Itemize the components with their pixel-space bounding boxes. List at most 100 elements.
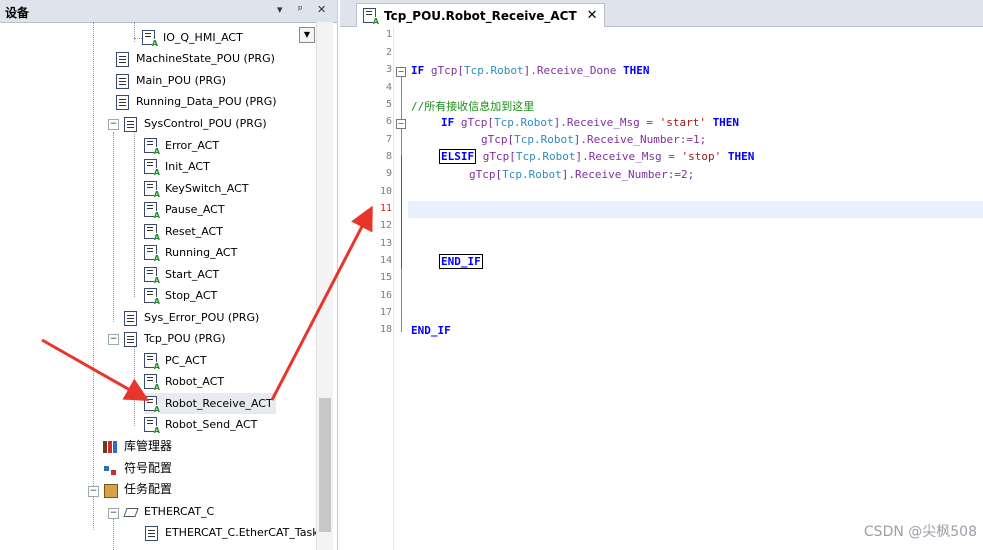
tree-item-label: 库管理器 (124, 439, 173, 453)
line-number: 16 (379, 290, 392, 301)
line-number: 8 (385, 151, 392, 162)
tree-item-label: Running_ACT (165, 246, 238, 259)
program-icon (123, 310, 138, 326)
tree-item-label: IO_Q_HMI_ACT (163, 31, 243, 44)
line-number: 13 (379, 238, 392, 249)
code-line-6[interactable]: IF gTcp[Tcp.Robot].Receive_Msg = 'start'… (441, 116, 739, 129)
tree-item-label: MachineState_POU (PRG) (136, 52, 275, 65)
action-icon: A (144, 267, 160, 285)
dropdown-button[interactable]: ▼ (299, 27, 315, 43)
tree-item-syscontrol-pou[interactable]: SysControl_POU (PRG) (123, 113, 267, 134)
line-number: 18 (379, 324, 392, 335)
tree-item-label: Sys_Error_POU (PRG) (144, 311, 260, 324)
tree-item-reset-act[interactable]: A Reset_ACT (144, 221, 223, 242)
collapse-toggle[interactable]: − (108, 334, 119, 345)
tree-item-label: Robot_Send_ACT (165, 418, 258, 431)
close-panel-button[interactable]: ✕ (317, 3, 326, 16)
tree-item-label: Robot_ACT (165, 375, 225, 388)
line-number: 10 (379, 186, 392, 197)
watermark: CSDN @尖枫508 (863, 524, 977, 540)
program-icon (123, 116, 138, 132)
action-icon: A (363, 7, 379, 26)
tree-item-start-act[interactable]: A Start_ACT (144, 264, 219, 285)
tree-item-stop-act[interactable]: A Stop_ACT (144, 285, 217, 306)
tree-guide-line (134, 132, 135, 297)
close-tab-button[interactable]: ✕ (587, 5, 598, 27)
collapse-toggle[interactable]: − (108, 119, 119, 130)
tree-item-keyswitch-act[interactable]: A KeySwitch_ACT (144, 178, 249, 199)
tree-item-robot-send-act[interactable]: A Robot_Send_ACT (144, 414, 257, 435)
line-number: 9 (385, 168, 392, 179)
fold-toggle[interactable]: − (396, 119, 406, 129)
tree-item-label: Running_Data_POU (PRG) (136, 95, 277, 108)
tree-item-running-act[interactable]: A Running_ACT (144, 242, 237, 263)
tree-guide-line (113, 132, 114, 322)
library-icon (103, 439, 118, 455)
line-number: 1 (385, 29, 392, 40)
action-icon: A (144, 138, 160, 156)
task-icon (123, 504, 139, 520)
line-number: 11 (379, 203, 392, 214)
tree-item-pause-act[interactable]: A Pause_ACT (144, 199, 225, 220)
tree-item-task-config[interactable]: 任务配置 (103, 479, 172, 500)
tree-item-label: ETHERCAT_C.EtherCAT_Task (165, 526, 319, 539)
code-line-7[interactable]: gTcp[Tcp.Robot].Receive_Number:=1; (481, 133, 706, 146)
line-number: 15 (379, 272, 392, 283)
tree-item-label: 任务配置 (124, 482, 173, 496)
code-line-14[interactable]: END_IF (439, 254, 483, 269)
action-icon: A (144, 396, 160, 414)
tree-item-pc-act[interactable]: A PC_ACT (144, 350, 207, 371)
tree-item-main-pou[interactable]: Main_POU (PRG) (115, 70, 226, 91)
tree-item-ethercat-c[interactable]: ETHERCAT_C (123, 501, 214, 522)
program-icon (115, 51, 130, 67)
tree-item-robot-act[interactable]: A Robot_ACT (144, 371, 224, 392)
tree-guide-line (93, 22, 94, 530)
tree-item-running-data-pou[interactable]: Running_Data_POU (PRG) (115, 91, 277, 112)
collapse-toggle[interactable]: − (88, 486, 99, 497)
line-number: 7 (385, 134, 392, 145)
tree-item-tcp-pou[interactable]: Tcp_POU (PRG) (123, 328, 226, 349)
code-line-18[interactable]: END_IF (411, 324, 451, 337)
tree-scrollbar[interactable] (316, 22, 333, 550)
tree-item-label: Stop_ACT (165, 289, 218, 302)
collapse-toggle[interactable]: − (108, 508, 119, 519)
tree-item-io-q-hmi-act[interactable]: A IO_Q_HMI_ACT (134, 27, 243, 48)
tree-item-label: ETHERCAT_C (144, 505, 215, 518)
panel-menu-button[interactable]: ▾ (277, 3, 283, 16)
action-icon: A (144, 245, 160, 263)
action-icon: A (144, 374, 160, 392)
tree-item-label: 符号配置 (124, 461, 173, 475)
tree-item-symbol-config[interactable]: 符号配置 (103, 458, 172, 479)
line-number: 5 (385, 99, 392, 110)
code-comment[interactable]: //所有接收信息加到这里 (411, 98, 534, 114)
line-number: 17 (379, 307, 392, 318)
error-marker-bar (401, 155, 402, 269)
scrollbar-thumb[interactable] (319, 398, 331, 532)
tree-item-error-act[interactable]: A Error_ACT (144, 135, 219, 156)
device-panel-header: 设备 ▾ ᵖ ✕ (0, 0, 337, 23)
tree-item-machinestate-pou[interactable]: MachineState_POU (PRG) (115, 48, 275, 69)
tab-robot-receive-act[interactable]: A Tcp_POU.Robot_Receive_ACT ✕ (356, 3, 605, 27)
fold-toggle[interactable]: − (396, 67, 406, 77)
tree-item-label: Error_ACT (165, 139, 220, 152)
code-line-8[interactable]: ELSIF gTcp[Tcp.Robot].Receive_Msg = 'sto… (439, 149, 754, 164)
action-icon: A (144, 181, 160, 199)
line-number: 4 (385, 82, 392, 93)
tree-item-label: Robot_Receive_ACT (165, 397, 273, 410)
tree-item-robot-receive-act[interactable]: A Robot_Receive_ACT (144, 393, 276, 414)
code-line-3[interactable]: IF gTcp[Tcp.Robot].Receive_Done THEN (411, 64, 649, 77)
tree-item-sys-error-pou[interactable]: Sys_Error_POU (PRG) (123, 307, 259, 328)
tree-guide-line (134, 346, 135, 426)
symbol-config-icon (103, 461, 118, 477)
action-icon: A (144, 288, 160, 306)
pin-icon[interactable]: ᵖ (298, 3, 303, 16)
tree-item-label: SysControl_POU (PRG) (144, 117, 267, 130)
action-icon: A (142, 30, 158, 48)
line-number: 6 (385, 116, 392, 127)
device-panel-title: 设备 (5, 6, 30, 20)
tree-item-library-manager[interactable]: 库管理器 (103, 436, 172, 457)
code-line-9[interactable]: gTcp[Tcp.Robot].Receive_Number:=2; (469, 168, 694, 181)
tree-item-label: KeySwitch_ACT (165, 182, 249, 195)
tree-item-init-act[interactable]: A Init_ACT (144, 156, 210, 177)
tree-item-ethercat-task[interactable]: ETHERCAT_C.EtherCAT_Task (144, 522, 319, 543)
